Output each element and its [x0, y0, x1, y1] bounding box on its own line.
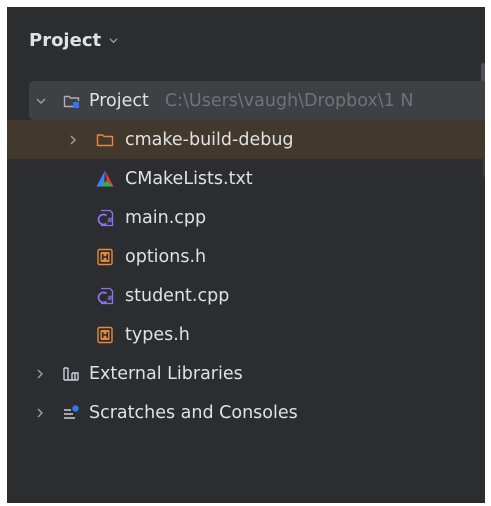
- library-icon: [63, 366, 79, 381]
- tree-node-label: Project C:\Users\vaugh\Dropbox\1 N: [89, 91, 413, 111]
- tree-node-label: types.h: [125, 324, 190, 345]
- project-view-title: Project: [29, 29, 102, 51]
- excluded-folder-icon: [96, 133, 114, 146]
- project-root-label: Project: [89, 90, 149, 111]
- chevron-right-icon[interactable]: [35, 369, 45, 379]
- chevron-right-icon[interactable]: [35, 408, 45, 418]
- svg-text:#: #: [107, 216, 113, 224]
- tree-node-label: cmake-build-debug: [125, 129, 294, 150]
- tree-node-types-h[interactable]: types.h: [7, 315, 485, 354]
- tree-node-label: Scratches and Consoles: [89, 402, 298, 423]
- svg-text:#: #: [107, 294, 113, 302]
- project-tool-window: Project Project C:\Users\vaugh\Dropbox\1 …: [7, 7, 485, 503]
- tree-node-options-h[interactable]: options.h: [7, 237, 485, 276]
- chevron-down-icon[interactable]: [36, 96, 46, 106]
- cmake-icon: [96, 170, 114, 186]
- tree-node-project-root[interactable]: Project C:\Users\vaugh\Dropbox\1 N: [29, 81, 485, 120]
- header-file-icon: [97, 248, 113, 265]
- project-view-selector[interactable]: Project: [29, 27, 118, 53]
- cpp-file-icon: #: [97, 287, 114, 304]
- tree-node-main-cpp[interactable]: # main.cpp: [7, 198, 485, 237]
- chevron-right-icon[interactable]: [68, 135, 78, 145]
- tree-node-student-cpp[interactable]: # student.cpp: [7, 276, 485, 315]
- tree-node-scratches-and-consoles[interactable]: Scratches and Consoles: [7, 393, 485, 432]
- tree-node-cmakelists[interactable]: CMakeLists.txt: [7, 159, 485, 198]
- tree-node-label: External Libraries: [89, 363, 243, 384]
- tree-node-label: main.cpp: [125, 207, 207, 228]
- tree-node-label: CMakeLists.txt: [125, 168, 253, 189]
- project-module-icon: [63, 95, 80, 108]
- project-root-path: C:\Users\vaugh\Dropbox\1 N: [164, 90, 414, 111]
- tree-node-cmake-build-debug[interactable]: cmake-build-debug: [7, 120, 485, 159]
- tree-node-label: options.h: [125, 246, 207, 267]
- header-file-icon: [97, 326, 113, 343]
- tree-node-label: student.cpp: [125, 285, 230, 306]
- scratches-icon: [64, 404, 79, 419]
- chevron-down-icon: [109, 37, 118, 43]
- tree-node-external-libraries[interactable]: External Libraries: [7, 354, 485, 393]
- cpp-file-icon: #: [97, 209, 114, 226]
